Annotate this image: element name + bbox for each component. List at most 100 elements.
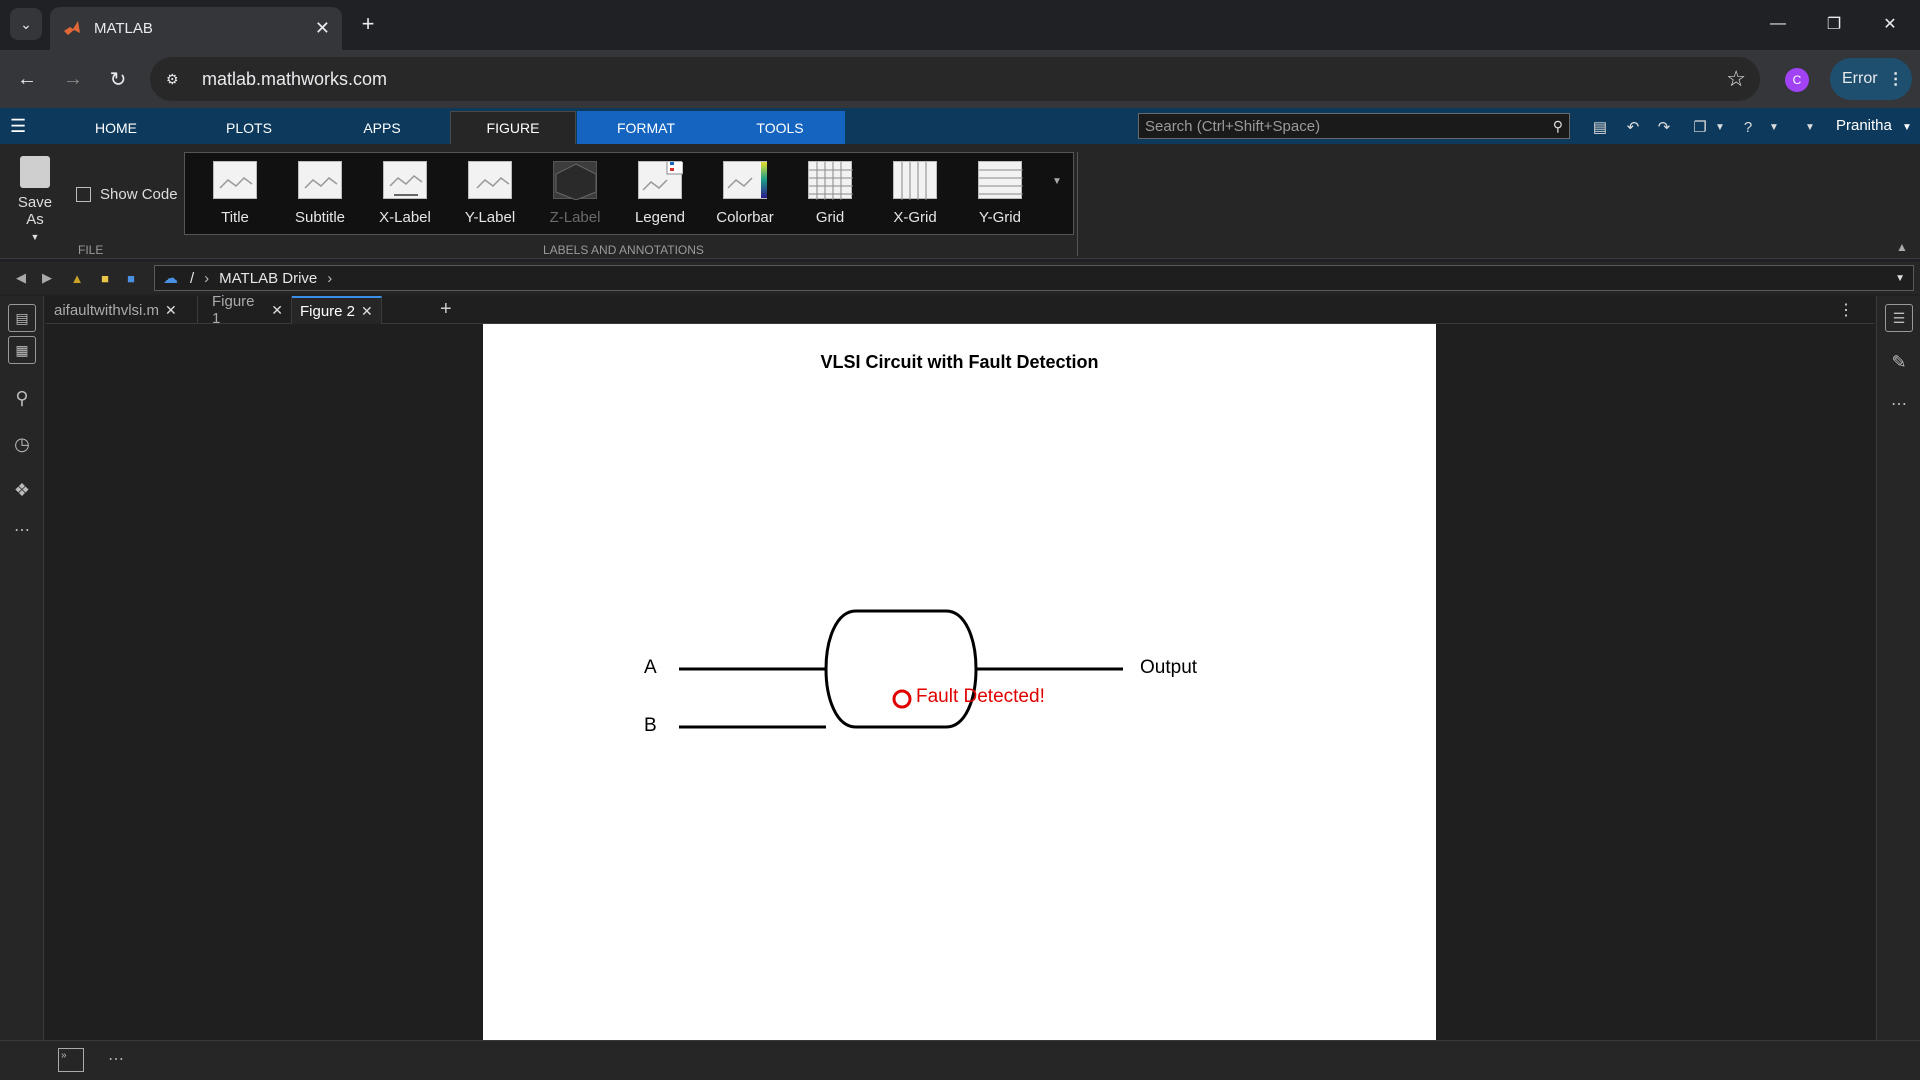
gallery-label-zlabel: Z-Label bbox=[549, 209, 601, 226]
add-ons-icon[interactable]: ❖ bbox=[8, 476, 36, 504]
community-icon[interactable]: ▼ bbox=[1800, 117, 1820, 137]
cloud-drive-icon: ☁ bbox=[163, 270, 178, 287]
code-analyzer-icon[interactable]: ✎ bbox=[1885, 348, 1913, 376]
labels-annotations-gallery: Title Subtitle X-Label Y-Label Z-Label L… bbox=[184, 152, 1074, 235]
close-tab-icon[interactable]: ✕ bbox=[315, 18, 330, 39]
tab-home[interactable]: HOME bbox=[50, 111, 182, 144]
help-icon[interactable]: ? bbox=[1738, 117, 1758, 137]
path-dropdown-icon[interactable]: ▼ bbox=[1895, 273, 1905, 284]
more-panels-icon[interactable]: ⋯ bbox=[8, 516, 36, 544]
gallery-subtitle-button[interactable]: Subtitle bbox=[278, 153, 362, 236]
minimize-button[interactable]: — bbox=[1758, 8, 1798, 40]
search-icon[interactable]: ⚲ bbox=[1553, 118, 1563, 135]
tab-format[interactable]: FORMAT bbox=[577, 111, 715, 144]
files-panel-icon[interactable]: ▤ bbox=[8, 304, 36, 332]
tab-figure[interactable]: FIGURE bbox=[450, 111, 576, 144]
browse-folder-icon[interactable]: ■ bbox=[122, 270, 140, 286]
gallery-xgrid-button[interactable]: X-Grid bbox=[873, 153, 957, 236]
doc-tab-figure2[interactable]: Figure 2 ✕ bbox=[292, 296, 382, 324]
command-history-icon[interactable]: ◷ bbox=[8, 430, 36, 458]
forward-icon[interactable]: → bbox=[58, 64, 88, 94]
xgrid-icon bbox=[893, 161, 937, 200]
back-icon[interactable]: ← bbox=[12, 64, 42, 94]
more-status-icon[interactable]: ⋯ bbox=[108, 1049, 124, 1069]
kebab-menu-icon[interactable]: ⋮ bbox=[1888, 69, 1904, 89]
error-label: Error bbox=[1842, 70, 1878, 87]
tab-apps[interactable]: APPS bbox=[316, 111, 448, 144]
path-root[interactable]: / bbox=[190, 270, 194, 287]
save-as-dropdown-icon: ▼ bbox=[30, 232, 40, 242]
new-tab-button[interactable]: + bbox=[354, 10, 382, 38]
command-window-icon[interactable]: » bbox=[58, 1048, 84, 1072]
close-icon[interactable]: ✕ bbox=[361, 303, 373, 320]
figure-workarea: VLSI Circuit with Fault Detection A B Ou… bbox=[46, 324, 1874, 1040]
document-tab-bar: aifaultwithvlsi.m ✕ Figure 1 ✕ Figure 2 … bbox=[46, 293, 1874, 327]
help-dropdown-icon[interactable]: ▼ bbox=[1764, 117, 1784, 137]
gallery-xlabel-button[interactable]: X-Label bbox=[363, 153, 447, 236]
matlab-search-input[interactable]: Search (Ctrl+Shift+Space) ⚲ bbox=[1138, 113, 1570, 139]
user-menu[interactable]: Pranitha ▼ bbox=[1836, 117, 1912, 134]
gallery-ygrid-button[interactable]: Y-Grid bbox=[958, 153, 1042, 236]
layout-dropdown-icon[interactable]: ▼ bbox=[1710, 117, 1730, 137]
more-panels-right-icon[interactable]: ⋯ bbox=[1885, 390, 1913, 418]
matlab-toolstrip-tabs: ☰ HOME PLOTS APPS FIGURE FORMAT TOOLS Se… bbox=[0, 108, 1920, 144]
property-inspector-icon[interactable]: ☰ bbox=[1885, 304, 1913, 332]
gallery-colorbar-button[interactable]: Colorbar bbox=[703, 153, 787, 236]
tab-tools[interactable]: TOOLS bbox=[715, 111, 845, 144]
status-bar: » ⋯ bbox=[0, 1040, 1920, 1080]
figure-canvas[interactable]: VLSI Circuit with Fault Detection A B Ou… bbox=[483, 324, 1436, 1040]
checkbox-box[interactable] bbox=[76, 187, 91, 202]
reload-icon[interactable]: ↻ bbox=[103, 64, 133, 94]
tab-plots[interactable]: PLOTS bbox=[182, 111, 316, 144]
matlab-logo-icon bbox=[64, 20, 80, 35]
back-folder-icon[interactable]: ◀ bbox=[12, 270, 30, 286]
doc-tab-script[interactable]: aifaultwithvlsi.m ✕ bbox=[46, 296, 198, 324]
gallery-title-button[interactable]: Title bbox=[193, 153, 277, 236]
gallery-ylabel-button[interactable]: Y-Label bbox=[448, 153, 532, 236]
gallery-label-xgrid: X-Grid bbox=[893, 209, 937, 226]
address-bar[interactable]: ⚙ matlab.mathworks.com ☆ bbox=[150, 57, 1760, 101]
undo-icon[interactable]: ↶ bbox=[1623, 117, 1643, 137]
save-icon[interactable]: ▤ bbox=[1590, 117, 1610, 137]
gallery-zlabel-button[interactable]: Z-Label bbox=[533, 153, 617, 236]
left-sidebar: ▤ ▦ ⚲ ◷ ❖ ⋯ bbox=[0, 296, 44, 1040]
site-info-icon[interactable]: ⚙ bbox=[166, 71, 188, 88]
collapse-ribbon-icon[interactable]: ▲ bbox=[1896, 240, 1908, 254]
right-sidebar: ☰ ✎ ⋯ bbox=[1876, 296, 1920, 1040]
close-window-button[interactable]: ✕ bbox=[1870, 8, 1910, 40]
show-code-checkbox[interactable]: Show Code bbox=[76, 186, 178, 203]
zlabel-icon bbox=[553, 161, 597, 200]
gallery-expand-icon[interactable]: ▼ bbox=[1052, 176, 1062, 187]
close-icon[interactable]: ✕ bbox=[165, 302, 177, 319]
path-folder[interactable]: MATLAB Drive bbox=[219, 270, 317, 287]
logic-gate-shape bbox=[824, 609, 978, 729]
bookmark-star-icon[interactable]: ☆ bbox=[1726, 66, 1746, 92]
workspace-panel-icon[interactable]: ▦ bbox=[8, 336, 36, 364]
up-folder-icon[interactable]: ▲ bbox=[68, 270, 86, 286]
add-tab-button[interactable]: + bbox=[440, 298, 452, 321]
browser-tab-matlab[interactable]: MATLAB ✕ bbox=[50, 7, 342, 50]
profile-avatar[interactable]: C bbox=[1785, 68, 1809, 92]
gallery-legend-button[interactable]: Legend bbox=[618, 153, 702, 236]
current-folder-bar: ◀ ▶ ▲ ■ ■ ☁ / › MATLAB Drive › ▼ bbox=[0, 262, 1920, 294]
url-text: matlab.mathworks.com bbox=[202, 68, 388, 89]
gallery-label-colorbar: Colorbar bbox=[716, 209, 774, 226]
restore-button[interactable]: ❐ bbox=[1814, 8, 1854, 40]
save-as-button[interactable]: Save As ▼ bbox=[8, 156, 62, 242]
new-folder-icon[interactable]: ■ bbox=[96, 270, 114, 286]
forward-folder-icon[interactable]: ▶ bbox=[38, 270, 56, 286]
close-icon[interactable]: ✕ bbox=[271, 302, 283, 319]
layout-icon[interactable]: ❐ bbox=[1690, 117, 1710, 137]
gallery-label-ygrid: Y-Grid bbox=[979, 209, 1021, 226]
redo-icon[interactable]: ↷ bbox=[1654, 117, 1674, 137]
tab-search-button[interactable]: ⌄ bbox=[10, 8, 42, 40]
doc-tab-figure1[interactable]: Figure 1 ✕ bbox=[204, 293, 292, 327]
gallery-grid-button[interactable]: Grid bbox=[788, 153, 872, 236]
find-files-icon[interactable]: ⚲ bbox=[8, 384, 36, 412]
folder-path-input[interactable]: ☁ / › MATLAB Drive › ▼ bbox=[154, 265, 1914, 291]
chevron-right-icon: › bbox=[204, 269, 210, 287]
error-button[interactable]: Error ⋮ bbox=[1830, 58, 1912, 100]
file-section-label: FILE bbox=[78, 243, 104, 257]
hamburger-menu-icon[interactable]: ☰ bbox=[10, 116, 32, 136]
tab-options-icon[interactable]: ⋮ bbox=[1838, 300, 1854, 320]
